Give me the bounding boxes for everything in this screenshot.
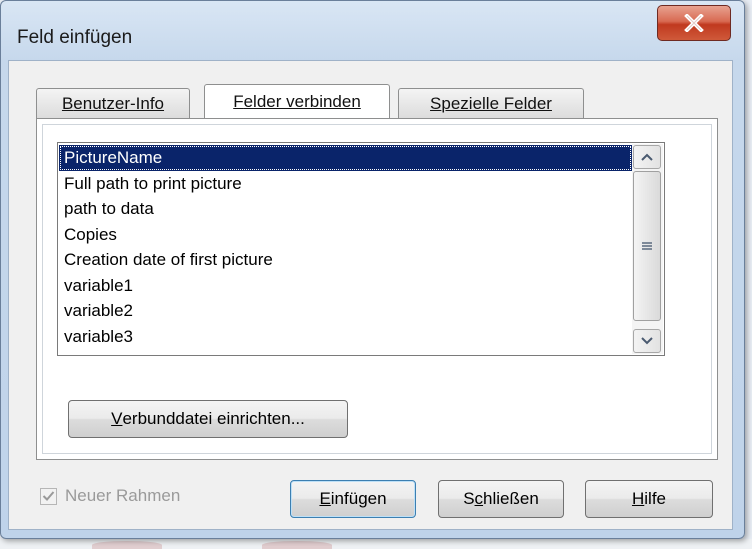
list-item[interactable]: PictureName [59,145,632,171]
scroll-down-button[interactable] [633,329,661,353]
tab-benutzer-info[interactable]: Benutzer-Info [36,88,190,118]
field-listbox[interactable]: PictureName Full path to print picture p… [57,142,665,356]
desktop-decoration [262,541,332,549]
vertical-scrollbar[interactable] [632,144,663,354]
tab-label-mnemonic: S [430,93,442,113]
list-item[interactable]: path to data [59,196,632,222]
checkbox-box[interactable] [40,487,57,505]
list-item[interactable]: variable3 [59,324,632,350]
list-item[interactable]: Full path to print picture [59,171,632,197]
button-label: hließen [483,489,539,508]
button-label: ilfe [644,489,666,508]
neuer-rahmen-checkbox[interactable]: Neuer Rahmen [40,486,180,506]
checkbox-label: Neuer Rahmen [65,486,181,505]
tab-label-mnemonic: F [233,91,244,111]
list-item[interactable]: variable1 [59,273,632,299]
scroll-thumb[interactable] [633,171,661,321]
button-label-prefix: S [463,489,475,508]
tab-label: elder verbinden [243,91,361,111]
scroll-up-button[interactable] [633,145,661,169]
help-button[interactable]: Hilfe [585,480,713,518]
tab-spezielle-felder[interactable]: Spezielle Felder [398,88,584,118]
chevron-down-icon [641,337,653,345]
insert-button[interactable]: Einfügen [290,480,416,518]
list-item[interactable]: Creation date of first picture [59,247,632,273]
list-item[interactable]: variable2 [59,298,632,324]
list-item[interactable]: Copies [59,222,632,248]
desktop-decoration [92,541,162,549]
tab-felder-verbinden[interactable]: Felder verbinden [204,84,390,118]
tab-label: pezielle Felder [441,93,552,113]
dialog-title: Feld einfügen [17,27,133,48]
close-x-icon [684,14,704,32]
button-label: infügen [330,489,387,508]
button-mnemonic: c [474,489,484,508]
tab-label: enutzer-Info [73,93,165,113]
setup-datasource-button[interactable]: Verbunddatei einrichten... [68,400,348,438]
button-mnemonic: H [631,489,645,508]
checkmark-icon [42,491,55,501]
chevron-up-icon [641,153,653,161]
button-mnemonic: E [319,489,331,508]
button-mnemonic: V [111,409,123,428]
tab-label-mnemonic: B [61,93,74,113]
close-button[interactable]: Sc hließen [438,480,564,518]
button-label: erbunddatei einrichten... [122,409,305,428]
close-window-button[interactable] [657,5,731,41]
grip-icon [642,242,652,250]
